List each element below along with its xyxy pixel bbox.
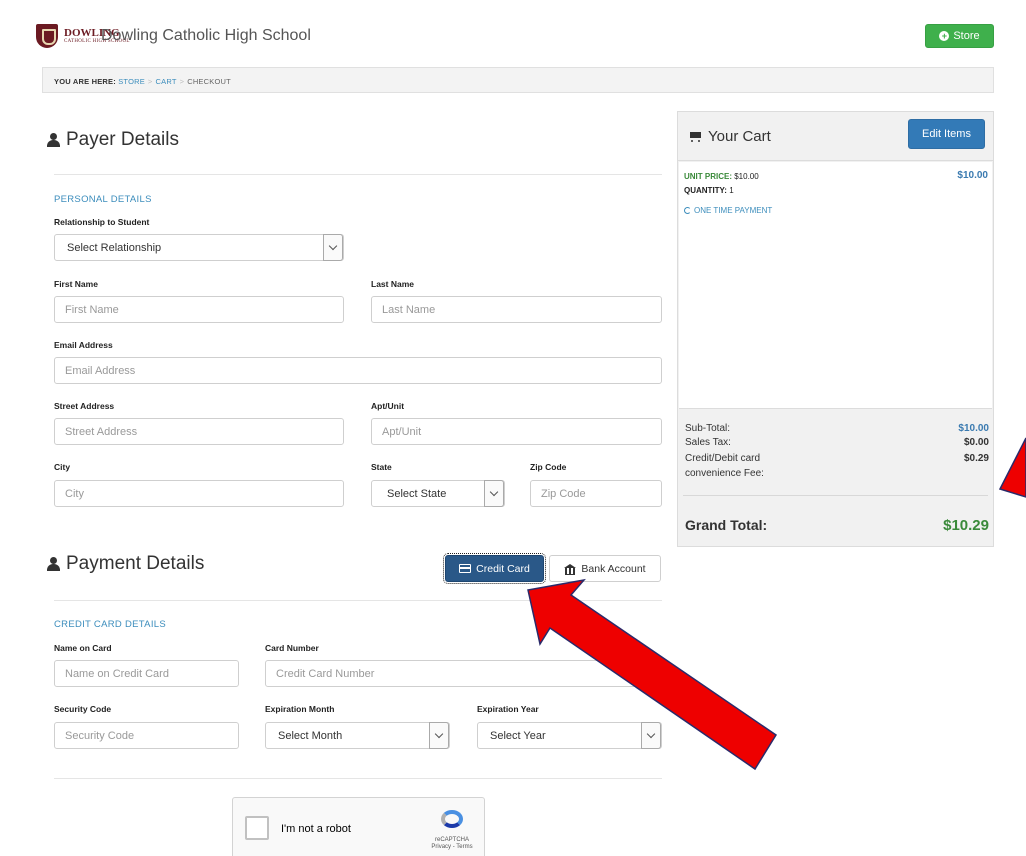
checkout-page: DOWLING CATHOLIC HIGH SCHOOL Dowling Cat… [0,0,1026,856]
annotation-arrow [527,578,778,771]
annotation-layer [527,437,1026,771]
annotation-arrow [998,437,1026,498]
